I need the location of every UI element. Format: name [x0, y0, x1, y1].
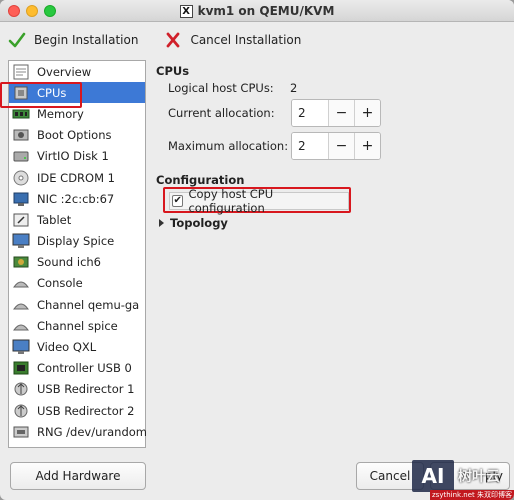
expand-triangle-icon	[159, 219, 164, 227]
sidebar-item-label: Overview	[37, 64, 92, 79]
watermark-subtext: zsythink.net 朱双印博客	[430, 490, 514, 500]
sidebar-item-ide-cdrom[interactable]: IDE CDROM 1	[9, 167, 145, 188]
cancel-button[interactable]: Cancel	[356, 462, 424, 490]
maximum-allocation-spinner: − +	[291, 132, 381, 160]
sidebar-item-label: USB Redirector 2	[37, 403, 135, 418]
maximum-allocation-increment[interactable]: +	[354, 133, 380, 159]
sidebar-item-sound[interactable]: Sound ich6	[9, 252, 145, 273]
sidebar-item-channel-qemu-ga[interactable]: Channel qemu-ga	[9, 294, 145, 315]
copy-host-cpu-highlight-annotation: ✔ Copy host CPU configuration	[163, 187, 351, 215]
sound-icon	[13, 256, 29, 268]
current-allocation-decrement[interactable]: −	[328, 100, 354, 126]
checkbox-checked-icon: ✔	[172, 195, 184, 207]
display-icon	[12, 233, 30, 249]
sidebar-item-label: Tablet	[37, 212, 72, 227]
copy-host-cpu-checkbox[interactable]: ✔ Copy host CPU configuration	[169, 187, 349, 215]
cpu-icon	[14, 86, 28, 100]
channel-icon	[13, 324, 29, 331]
sidebar-item-label: Channel qemu-ga	[37, 297, 140, 312]
sidebar-item-label: USB Redirector 1	[37, 382, 135, 397]
logical-cpus-label: Logical host CPUs:	[168, 81, 274, 95]
sidebar-item-overview[interactable]: Overview	[9, 61, 145, 82]
sidebar-item-video-qxl[interactable]: Video QXL	[9, 336, 145, 357]
maximum-allocation-decrement[interactable]: −	[328, 133, 354, 159]
cpus-heading: CPUs	[156, 64, 190, 78]
sidebar-item-usb-redirector-1[interactable]: USB Redirector 1	[9, 379, 145, 400]
topology-label: Topology	[170, 216, 228, 230]
sidebar-item-cpus[interactable]: CPUs	[9, 82, 145, 104]
copy-host-cpu-label: Copy host CPU configuration	[188, 187, 274, 215]
disk-icon	[13, 151, 29, 162]
sidebar-item-boot-options[interactable]: Boot Options	[9, 125, 145, 146]
sidebar-item-label: Controller USB 0	[37, 361, 132, 376]
current-allocation-input[interactable]	[292, 100, 328, 126]
sidebar-item-controller-usb[interactable]: Controller USB 0	[9, 358, 145, 379]
toolbar: Begin Installation Cancel Installation	[0, 22, 514, 58]
cpu-details-panel: CPUs Logical host CPUs: 2 Current alloca…	[156, 60, 506, 460]
logical-cpus-value-row: 2	[290, 80, 297, 96]
sidebar-item-label: Memory	[37, 106, 84, 121]
nic-icon	[13, 192, 29, 206]
cancel-installation-label: Cancel Installation	[190, 33, 302, 47]
sidebar-item-display-spice[interactable]: Display Spice	[9, 231, 145, 252]
hardware-list: Overview CPUs Memory Boot Options VirtIO…	[8, 60, 147, 448]
begin-installation-button[interactable]: Begin Installation	[8, 31, 138, 49]
title-wrap: X kvm1 on QEMU/KVM	[0, 0, 514, 22]
sidebar-item-label: IDE CDROM 1	[37, 170, 115, 185]
sidebar-item-label: Boot Options	[37, 128, 112, 143]
logical-cpus-row: Logical host CPUs:	[168, 80, 274, 96]
tablet-icon	[13, 213, 29, 227]
cancel-x-icon	[167, 32, 180, 48]
checkmark-icon	[8, 32, 26, 48]
apply-button[interactable]: ply	[430, 462, 510, 490]
x11-icon: X	[179, 4, 193, 18]
sidebar-item-usb-redirector-2[interactable]: USB Redirector 2	[9, 400, 145, 421]
current-allocation-row: Current allocation:	[168, 105, 275, 121]
sidebar-item-tablet[interactable]: Tablet	[9, 209, 145, 230]
sidebar-item-label: CPUs	[37, 85, 67, 100]
sidebar-item-label: NIC :2c:cb:67	[37, 191, 115, 206]
memory-icon	[12, 109, 30, 119]
sidebar-item-nic[interactable]: NIC :2c:cb:67	[9, 188, 145, 209]
current-allocation-label: Current allocation:	[168, 106, 275, 120]
sidebar-item-label: Channel spice	[37, 318, 118, 333]
maximum-allocation-row: Maximum allocation:	[168, 138, 288, 154]
sidebar-item-label: Console	[37, 276, 83, 291]
overview-icon	[13, 64, 29, 80]
logical-cpus-value: 2	[290, 81, 298, 95]
controller-icon	[13, 361, 29, 375]
cdrom-icon	[13, 170, 29, 186]
sidebar-item-label: RNG /dev/urandom	[37, 424, 147, 439]
channel-icon	[13, 303, 29, 310]
sidebar-item-label: Video QXL	[37, 340, 97, 355]
sidebar-item-memory[interactable]: Memory	[9, 103, 145, 124]
sidebar-item-channel-spice[interactable]: Channel spice	[9, 315, 145, 336]
sidebar-item-virtio-disk[interactable]: VirtIO Disk 1	[9, 146, 145, 167]
add-hardware-button[interactable]: Add Hardware	[10, 462, 146, 490]
rng-icon	[13, 426, 29, 438]
sidebar-item-console[interactable]: Console	[9, 273, 145, 294]
boot-options-icon	[13, 129, 29, 141]
usb-icon	[14, 382, 28, 396]
current-allocation-spinner: − +	[291, 99, 381, 127]
video-icon	[12, 339, 30, 355]
topology-expander[interactable]: Topology	[159, 216, 228, 230]
usb-icon	[14, 404, 28, 418]
sidebar-item-label: VirtIO Disk 1	[37, 149, 109, 164]
sidebar-item-rng[interactable]: RNG /dev/urandom	[9, 421, 147, 442]
configuration-heading: Configuration	[156, 173, 245, 187]
sidebar-item-label: Sound ich6	[37, 255, 101, 270]
sidebar-item-label: Display Spice	[37, 234, 115, 249]
current-allocation-increment[interactable]: +	[354, 100, 380, 126]
cancel-installation-button[interactable]: Cancel Installation	[164, 31, 301, 49]
window-title: kvm1 on QEMU/KVM	[197, 4, 335, 18]
maximum-allocation-input[interactable]	[292, 133, 328, 159]
console-icon	[13, 281, 29, 288]
main-window: X kvm1 on QEMU/KVM Begin Installation Ca…	[0, 0, 514, 500]
maximum-allocation-label: Maximum allocation:	[168, 139, 289, 153]
begin-installation-label: Begin Installation	[34, 33, 139, 47]
title-bar: X kvm1 on QEMU/KVM	[0, 0, 514, 22]
